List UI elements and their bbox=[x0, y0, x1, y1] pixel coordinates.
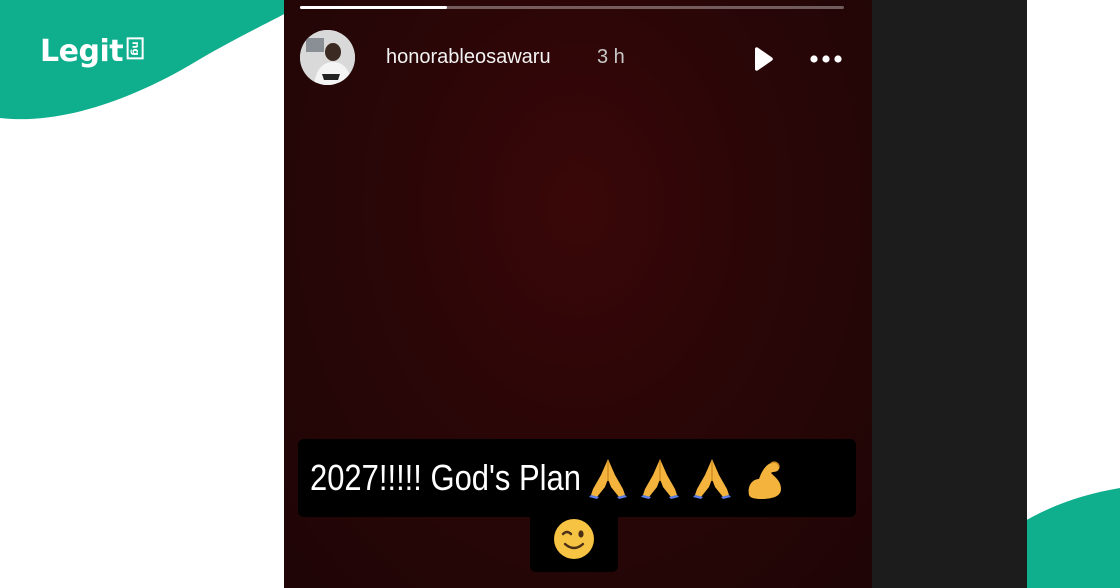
story-progress-bar bbox=[300, 6, 844, 9]
logo-text: Legit bbox=[40, 34, 124, 69]
story-header: honorableosawaru 3 h bbox=[300, 30, 856, 86]
play-button[interactable] bbox=[750, 46, 776, 72]
winking-face-emoji bbox=[554, 519, 594, 559]
legit-logo[interactable]: Legit ng bbox=[40, 34, 146, 70]
story-caption-text: 2027!!!!! God's Plan bbox=[310, 457, 581, 498]
story-username[interactable]: honorableosawaru bbox=[386, 46, 551, 69]
story-caption-box-line2 bbox=[530, 506, 618, 572]
play-icon bbox=[755, 47, 773, 71]
story-timestamp: 3 h bbox=[597, 46, 625, 68]
side-panel bbox=[872, 0, 1027, 588]
folded-hands-emoji bbox=[589, 459, 628, 499]
avatar-photo-icon bbox=[300, 30, 355, 85]
logo-suffix: ng bbox=[126, 37, 144, 60]
folded-hands-emoji bbox=[693, 459, 732, 499]
more-options-icon bbox=[810, 55, 842, 63]
folded-hands-emoji bbox=[641, 459, 680, 499]
flexed-biceps-emoji bbox=[748, 461, 782, 499]
avatar[interactable] bbox=[300, 30, 355, 85]
more-options-button[interactable] bbox=[806, 46, 846, 72]
story-viewer[interactable]: honorableosawaru 3 h 2027!!!!! God's Pla… bbox=[284, 0, 872, 588]
caption-emoji-row bbox=[585, 455, 787, 501]
story-progress-fill bbox=[300, 6, 447, 9]
